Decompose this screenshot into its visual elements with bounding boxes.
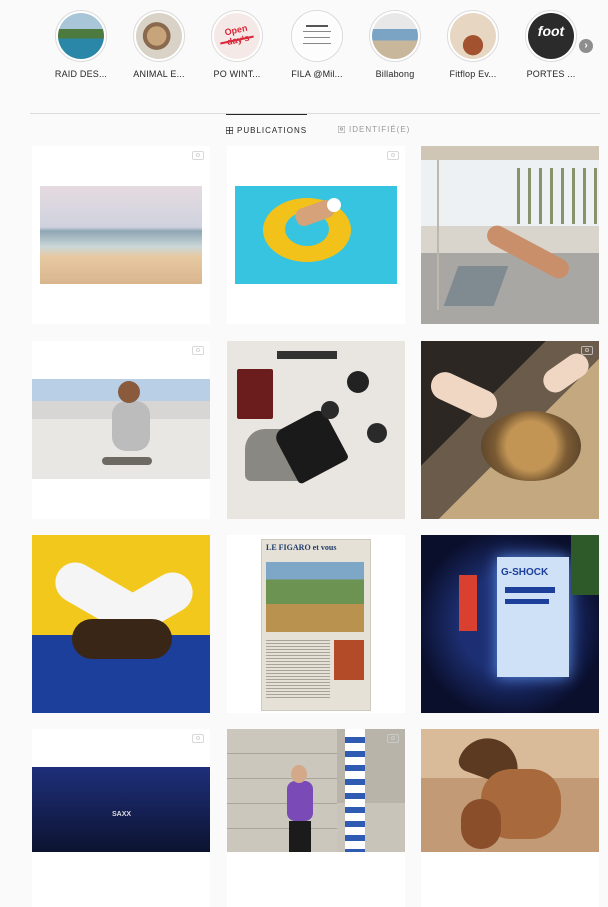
highlight-label: PORTES ...: [526, 69, 576, 79]
video-icon: [581, 346, 593, 355]
document-thumb: [294, 13, 340, 59]
tab-identifie[interactable]: IDENTIFIÉ(E): [338, 114, 410, 144]
post-beach[interactable]: [32, 146, 210, 324]
post-pool-float[interactable]: [227, 146, 405, 324]
coastal-landscape-thumb: [58, 13, 104, 59]
post-newspaper[interactable]: LE FIGARO et vous: [227, 535, 405, 713]
video-icon: [192, 346, 204, 355]
flatlay-photo: [227, 341, 405, 519]
video-icon: [192, 151, 204, 160]
highlight-fila[interactable]: FILA @Mil...: [286, 10, 348, 79]
tab-label: PUBLICATIONS: [237, 125, 308, 135]
highlight-label: PO WINT...: [213, 69, 261, 79]
tab-label: IDENTIFIÉ(E): [349, 124, 411, 134]
open-days-sign-thumb: Open day's: [214, 13, 260, 59]
video-icon: [387, 734, 399, 743]
post-hands-bowl[interactable]: [421, 341, 599, 519]
terrace-photo: [421, 146, 599, 324]
profile-tabs: PUBLICATIONS IDENTIFIÉ(E): [0, 114, 608, 144]
beach-photo: [40, 186, 202, 284]
highlight-raid[interactable]: RAID DES...: [50, 10, 112, 79]
tab-publications[interactable]: PUBLICATIONS: [226, 114, 308, 145]
post-dark-stage[interactable]: SAXX: [32, 729, 210, 907]
post-street-woman[interactable]: [227, 729, 405, 907]
foot-logo-text: foot: [537, 23, 565, 39]
chevron-right-icon[interactable]: ›: [579, 39, 593, 53]
child-photo: [32, 379, 210, 479]
highlight-portes[interactable]: foot PORTES ...: [520, 10, 582, 79]
highlight-animal[interactable]: ANIMAL E...: [128, 10, 190, 79]
gshock-text: G-SHOCK: [501, 567, 549, 578]
post-sneakers-yellow[interactable]: [32, 535, 210, 713]
highlight-label: ANIMAL E...: [133, 69, 185, 79]
stage-text: SAXX: [112, 811, 132, 818]
highlight-billabong[interactable]: Billabong: [364, 10, 426, 79]
post-gshock-display[interactable]: G-SHOCK: [421, 535, 599, 713]
sneakers-photo: [32, 535, 210, 713]
highlight-label: Billabong: [375, 69, 415, 79]
post-terrace-sunbather[interactable]: [421, 146, 599, 324]
pool-photo: [235, 186, 397, 284]
street-photo: [227, 729, 405, 852]
stage-photo: SAXX: [32, 767, 210, 852]
foot-logo-thumb: foot: [528, 13, 574, 59]
shop-photo-thumb: [372, 13, 418, 59]
video-icon: [387, 151, 399, 160]
profile-page: RAID DES... ANIMAL E... Open day's PO WI…: [0, 0, 608, 907]
highlight-label: Fitflop Ev...: [449, 69, 497, 79]
gshock-photo: G-SHOCK: [421, 535, 599, 713]
post-travel-flatlay[interactable]: [227, 341, 405, 519]
desert-photo: [421, 729, 599, 852]
event-photo-thumb: [450, 13, 496, 59]
grid-icon: [226, 126, 233, 134]
highlight-label: RAID DES...: [54, 69, 108, 79]
highlight-fitflop[interactable]: Fitflop Ev...: [442, 10, 504, 79]
hands-photo: [421, 341, 599, 519]
animal-photo-thumb: [136, 13, 182, 59]
video-icon: [192, 734, 204, 743]
highlight-label: FILA @Mil...: [291, 69, 343, 79]
post-desert-woman[interactable]: [421, 729, 599, 907]
tagged-icon: [338, 125, 345, 133]
newspaper-title: LE FIGARO et vous: [266, 543, 337, 552]
newspaper-photo: LE FIGARO et vous: [261, 539, 371, 711]
highlight-po-winter[interactable]: Open day's PO WINT...: [206, 10, 268, 79]
post-child-on-deck[interactable]: [32, 341, 210, 519]
